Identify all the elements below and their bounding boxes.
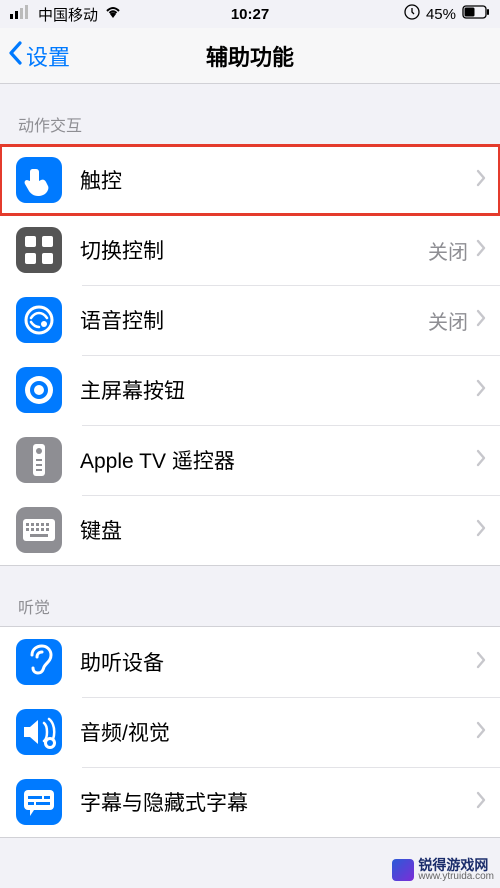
touch-icon xyxy=(16,157,62,203)
row-appletv-remote[interactable]: Apple TV 遥控器 xyxy=(0,425,500,495)
row-switch-control[interactable]: 切换控制 关闭 xyxy=(0,215,500,285)
row-label: 键盘 xyxy=(80,515,468,545)
back-button[interactable]: 设置 xyxy=(0,40,70,72)
back-label: 设置 xyxy=(26,40,70,72)
watermark-logo-icon xyxy=(392,859,414,881)
screen: { "status_bar": { "carrier": "中国移动", "ti… xyxy=(0,0,500,888)
row-label: 语音控制 xyxy=(80,305,428,335)
page-title: 辅助功能 xyxy=(206,40,294,72)
row-value: 关闭 xyxy=(428,306,468,335)
row-value: 关闭 xyxy=(428,236,468,265)
row-voice-control[interactable]: 语音控制 关闭 xyxy=(0,285,500,355)
row-audio-visual[interactable]: 音频/视觉 xyxy=(0,697,500,767)
chevron-right-icon xyxy=(476,449,486,472)
hearing-icon xyxy=(16,639,62,685)
row-subtitles[interactable]: 字幕与隐藏式字幕 xyxy=(0,767,500,837)
clock: 10:27 xyxy=(231,6,269,23)
row-touch[interactable]: 触控 xyxy=(0,145,500,215)
row-keyboard[interactable]: 键盘 xyxy=(0,495,500,565)
section-header-hearing: 听觉 xyxy=(0,566,500,626)
watermark-text: 锐得游戏网 xyxy=(418,858,494,872)
row-label: 音频/视觉 xyxy=(80,717,468,747)
battery-icon xyxy=(462,5,490,23)
keyboard-icon xyxy=(16,507,62,553)
wifi-icon xyxy=(104,5,122,23)
audiovisual-icon xyxy=(16,709,62,755)
status-bar: 中国移动 10:27 45% xyxy=(0,0,500,28)
row-home-button[interactable]: 主屏幕按钮 xyxy=(0,355,500,425)
chevron-right-icon xyxy=(476,379,486,402)
carrier-label: 中国移动 xyxy=(38,4,98,25)
chevron-left-icon xyxy=(8,41,24,71)
status-left: 中国移动 xyxy=(10,4,122,25)
appletv-icon xyxy=(16,437,62,483)
chevron-right-icon xyxy=(476,239,486,262)
status-right: 45% xyxy=(404,4,490,24)
switch-icon xyxy=(16,227,62,273)
row-label: Apple TV 遥控器 xyxy=(80,445,468,475)
list-hearing: 助听设备 音频/视觉 字幕与隐藏式字幕 xyxy=(0,626,500,838)
row-label: 助听设备 xyxy=(80,647,468,677)
home-btn-icon xyxy=(16,367,62,413)
watermark-url: www.ytruida.com xyxy=(418,872,494,882)
row-label: 主屏幕按钮 xyxy=(80,375,468,405)
rotation-lock-icon xyxy=(404,4,420,24)
voice-icon xyxy=(16,297,62,343)
battery-percent: 45% xyxy=(426,6,456,23)
chevron-right-icon xyxy=(476,791,486,814)
row-hearing-devices[interactable]: 助听设备 xyxy=(0,627,500,697)
chevron-right-icon xyxy=(476,519,486,542)
chevron-right-icon xyxy=(476,309,486,332)
watermark: 锐得游戏网 www.ytruida.com xyxy=(392,858,494,882)
signal-icon xyxy=(10,5,32,23)
nav-bar: 设置 辅助功能 xyxy=(0,28,500,84)
chevron-right-icon xyxy=(476,169,486,192)
row-label: 切换控制 xyxy=(80,235,428,265)
chevron-right-icon xyxy=(476,721,486,744)
subtitles-icon xyxy=(16,779,62,825)
list-motion: 触控 切换控制 关闭 语音控制 关闭 主屏幕按钮 xyxy=(0,144,500,566)
section-header-motion: 动作交互 xyxy=(0,84,500,144)
row-label: 触控 xyxy=(80,165,468,195)
chevron-right-icon xyxy=(476,651,486,674)
row-label: 字幕与隐藏式字幕 xyxy=(80,787,468,817)
